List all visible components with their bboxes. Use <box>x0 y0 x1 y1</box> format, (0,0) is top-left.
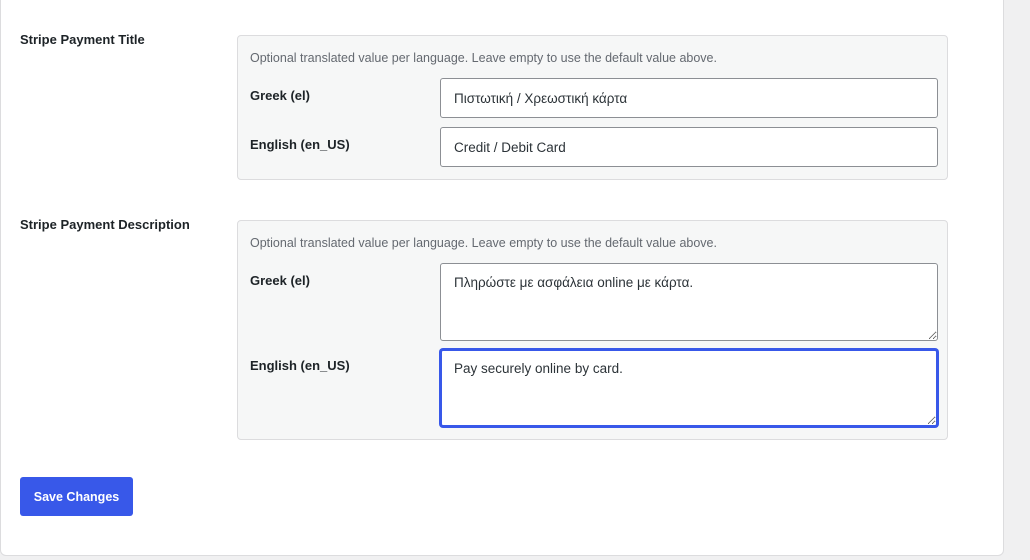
save-changes-button[interactable]: Save Changes <box>20 477 133 516</box>
stripe-payment-title-el-input[interactable] <box>440 78 938 118</box>
stripe-payment-description-el-textarea[interactable]: Πληρώστε με ασφάλεια online με κάρτα. <box>440 263 938 341</box>
stripe-payment-title-translations-panel: Optional translated value per language. … <box>237 35 948 180</box>
panel-hint: Optional translated value per language. … <box>250 236 717 250</box>
stripe-payment-description-en-us-textarea[interactable]: Pay securely online by card. <box>440 349 938 427</box>
stripe-payment-description-translations-panel: Optional translated value per language. … <box>237 220 948 440</box>
stripe-payment-description-label: Stripe Payment Description <box>20 217 190 232</box>
panel-hint: Optional translated value per language. … <box>250 51 717 65</box>
language-label-el: Greek (el) <box>250 273 310 288</box>
settings-card: Stripe Payment Title Optional translated… <box>0 0 1004 556</box>
language-label-en-us: English (en_US) <box>250 358 350 373</box>
stripe-payment-title-label: Stripe Payment Title <box>20 32 145 47</box>
language-label-en-us: English (en_US) <box>250 137 350 152</box>
stripe-payment-title-en-us-input[interactable] <box>440 127 938 167</box>
language-label-el: Greek (el) <box>250 88 310 103</box>
